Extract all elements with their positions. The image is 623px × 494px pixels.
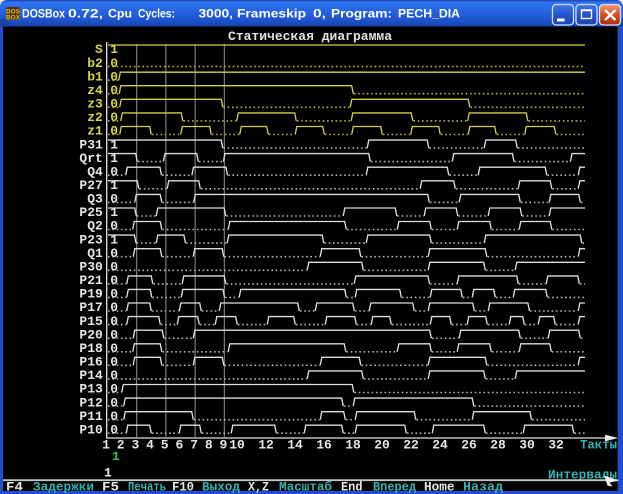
svg-text:Печать: Печать bbox=[128, 480, 166, 494]
svg-text:P10: P10 bbox=[79, 422, 103, 437]
svg-text:0,: 0, bbox=[313, 7, 326, 21]
svg-text:3: 3 bbox=[131, 438, 139, 453]
svg-text:F4: F4 bbox=[6, 480, 23, 494]
svg-text:Frameskip: Frameskip bbox=[237, 7, 306, 21]
svg-text:0.72,: 0.72, bbox=[68, 7, 103, 21]
svg-text:12: 12 bbox=[258, 438, 274, 453]
svg-text:Масштаб: Масштаб bbox=[279, 480, 332, 494]
svg-text:Такты: Такты bbox=[580, 438, 617, 453]
svg-text:28: 28 bbox=[490, 438, 506, 453]
svg-text:14: 14 bbox=[287, 438, 303, 453]
svg-text:Cpu: Cpu bbox=[108, 7, 132, 21]
svg-text:6: 6 bbox=[175, 438, 183, 453]
svg-text:26: 26 bbox=[461, 438, 477, 453]
svg-text:Статическая диаграмма: Статическая диаграмма bbox=[228, 29, 392, 44]
svg-text:Home: Home bbox=[424, 480, 455, 494]
svg-text:7: 7 bbox=[190, 438, 198, 453]
svg-text:4: 4 bbox=[146, 438, 154, 453]
svg-text:1: 1 bbox=[112, 449, 120, 464]
svg-text:Program:: Program: bbox=[331, 7, 392, 21]
svg-text:5: 5 bbox=[161, 438, 169, 453]
svg-text:24: 24 bbox=[432, 438, 448, 453]
svg-text:9: 9 bbox=[219, 438, 227, 453]
svg-text:X,Z: X,Z bbox=[248, 480, 269, 494]
svg-text:1: 1 bbox=[104, 465, 112, 480]
svg-text:PECH_DIA: PECH_DIA bbox=[398, 7, 460, 21]
svg-text:22: 22 bbox=[403, 438, 419, 453]
svg-text:F5: F5 bbox=[102, 480, 119, 494]
svg-text:1: 1 bbox=[102, 438, 110, 453]
svg-text:32: 32 bbox=[548, 438, 564, 453]
svg-text:8: 8 bbox=[205, 438, 213, 453]
svg-text:30: 30 bbox=[519, 438, 535, 453]
svg-text:F10: F10 bbox=[172, 480, 194, 494]
svg-text:20: 20 bbox=[374, 438, 390, 453]
svg-text:Назад: Назад bbox=[463, 480, 503, 494]
svg-text:16: 16 bbox=[316, 438, 332, 453]
svg-text:Вперед: Вперед bbox=[373, 480, 416, 494]
svg-text:18: 18 bbox=[345, 438, 361, 453]
svg-text:DOSBox: DOSBox bbox=[22, 7, 65, 21]
svg-text:Задержки: Задержки bbox=[33, 480, 94, 494]
svg-text:BOX: BOX bbox=[6, 15, 21, 22]
svg-text:3000,: 3000, bbox=[199, 7, 234, 21]
svg-text:End: End bbox=[341, 480, 363, 494]
svg-text:Cycles:: Cycles: bbox=[138, 7, 175, 21]
svg-text:Выход: Выход bbox=[202, 480, 240, 494]
svg-text:0: 0 bbox=[110, 422, 118, 437]
svg-text:10: 10 bbox=[229, 438, 245, 453]
